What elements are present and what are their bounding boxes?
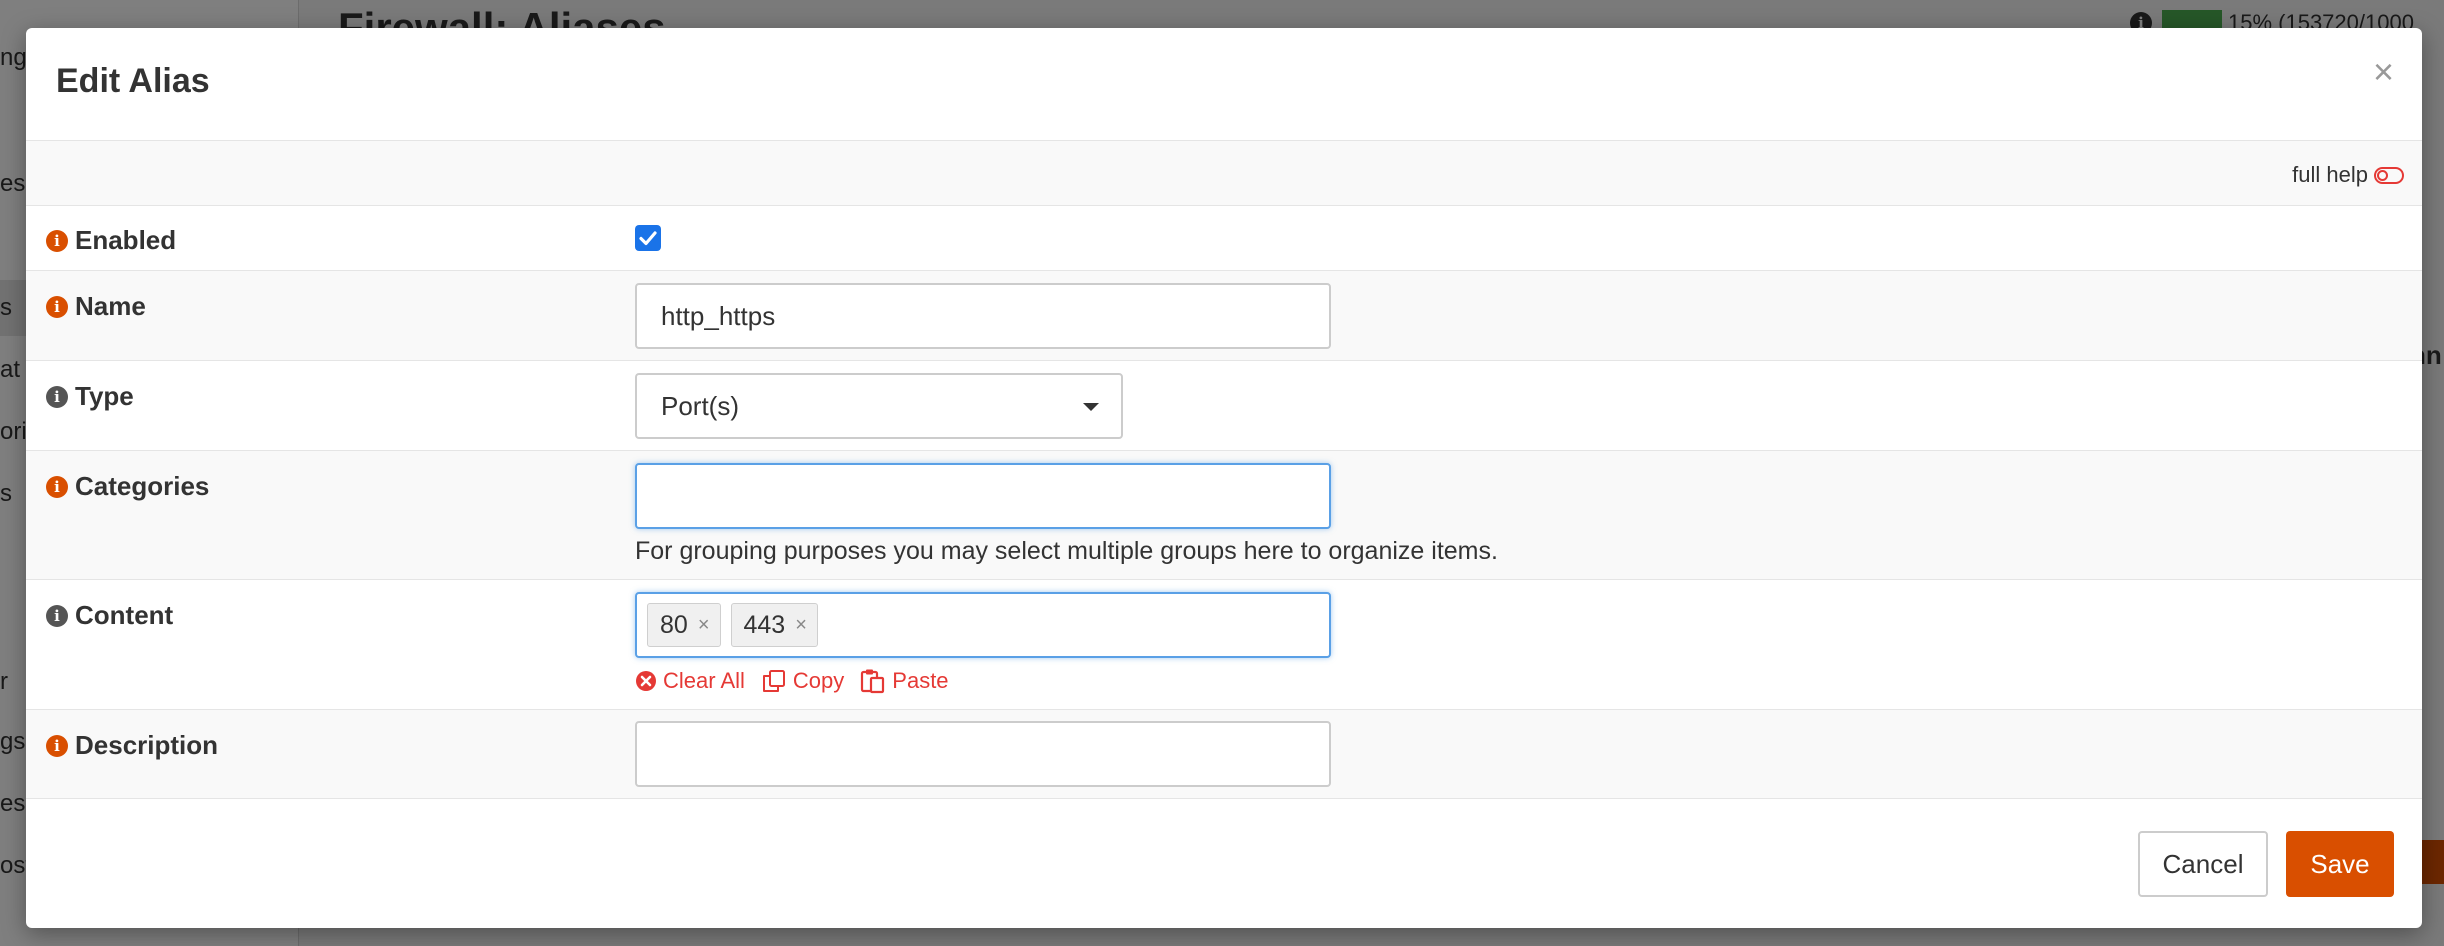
categories-input[interactable] xyxy=(635,463,1331,529)
copy-icon xyxy=(762,670,785,692)
full-help-toggle[interactable]: full help xyxy=(2292,162,2404,188)
clear-all-button[interactable]: Clear All xyxy=(635,668,745,694)
paste-button[interactable]: Paste xyxy=(860,668,949,694)
info-icon[interactable]: i xyxy=(46,475,68,498)
tag-remove-icon[interactable]: × xyxy=(698,614,710,637)
name-row: i Name http_https xyxy=(26,271,2422,361)
enabled-checkbox[interactable] xyxy=(635,225,661,251)
description-row: i Description xyxy=(26,710,2422,798)
copy-label: Copy xyxy=(792,668,845,693)
full-help-label: full help xyxy=(2292,162,2368,187)
content-label-text: Content xyxy=(75,600,174,630)
info-icon[interactable]: i xyxy=(46,295,68,318)
content-row: i Content 80 × 443 × Clear All Copy Past… xyxy=(26,580,2422,710)
toggle-off-icon xyxy=(2374,166,2404,184)
content-label: i Content xyxy=(46,600,173,631)
info-icon[interactable]: i xyxy=(46,734,68,757)
info-icon[interactable]: i xyxy=(46,229,68,252)
copy-button[interactable]: Copy xyxy=(761,668,844,694)
enabled-label-text: Enabled xyxy=(75,225,177,255)
modal-header: Edit Alias × xyxy=(26,28,2422,142)
description-label-text: Description xyxy=(75,730,219,760)
tag-remove-icon[interactable]: × xyxy=(795,614,807,637)
content-tags-input[interactable]: 80 × 443 × xyxy=(635,592,1331,658)
cancel-button[interactable]: Cancel xyxy=(2138,831,2268,897)
info-icon[interactable]: i xyxy=(46,385,68,408)
type-select[interactable]: Port(s) xyxy=(635,373,1123,439)
type-label-text: Type xyxy=(75,381,134,411)
type-row: i Type Port(s) xyxy=(26,361,2422,451)
tag-label: 443 xyxy=(743,610,786,639)
name-input[interactable]: http_https xyxy=(635,283,1331,349)
categories-label: i Categories xyxy=(46,471,209,502)
tag: 443 × xyxy=(730,603,818,647)
checkmark-icon xyxy=(639,231,657,246)
tag: 80 × xyxy=(647,603,721,647)
times-circle-icon xyxy=(636,671,656,691)
name-label-text: Name xyxy=(75,291,146,321)
tag-label: 80 xyxy=(660,610,688,639)
clear-all-label: Clear All xyxy=(663,668,745,693)
type-label: i Type xyxy=(46,381,134,412)
categories-label-text: Categories xyxy=(75,471,210,501)
modal-footer: Cancel Save xyxy=(26,798,2422,928)
description-input[interactable] xyxy=(635,721,1331,787)
info-icon[interactable]: i xyxy=(46,604,68,627)
paste-label: Paste xyxy=(892,668,949,693)
categories-row: i Categories For grouping purposes you m… xyxy=(26,451,2422,580)
edit-alias-dialog: Edit Alias × full help i Enabled i Name … xyxy=(26,28,2422,928)
save-button[interactable]: Save xyxy=(2286,831,2394,897)
help-bar: full help xyxy=(26,141,2422,206)
close-icon[interactable]: × xyxy=(2373,54,2394,90)
content-actions: Clear All Copy Paste xyxy=(635,668,965,694)
name-label: i Name xyxy=(46,291,146,322)
enabled-row: i Enabled xyxy=(26,205,2422,271)
type-selected-value: Port(s) xyxy=(661,391,739,421)
enabled-label: i Enabled xyxy=(46,225,176,256)
description-label: i Description xyxy=(46,730,218,761)
paste-icon xyxy=(861,669,885,694)
categories-help-text: For grouping purposes you may select mul… xyxy=(635,537,1498,565)
caret-down-icon xyxy=(1083,403,1099,411)
modal-title: Edit Alias xyxy=(56,62,210,100)
